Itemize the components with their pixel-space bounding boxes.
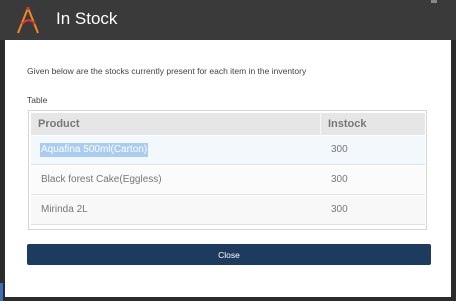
window-title: In Stock	[56, 9, 118, 28]
column-divider[interactable]	[320, 113, 321, 135]
column-header-instock[interactable]: Instock	[328, 118, 367, 130]
cell-product: Mirinda 2L	[41, 204, 88, 215]
table-row[interactable]: Black forest Cake(Eggless) 300	[31, 166, 425, 195]
table-label: Table	[27, 95, 48, 105]
column-header-product[interactable]: Product	[38, 118, 80, 130]
window-titlebar: In Stock	[0, 0, 456, 40]
cell-instock: 300	[331, 144, 348, 155]
in-stock-dialog: Given below are the stocks currently pre…	[5, 40, 451, 297]
titlebar-edge	[431, 0, 437, 3]
dialog-description: Given below are the stocks currently pre…	[27, 66, 307, 76]
table-header: Product Instock	[31, 113, 425, 135]
cell-instock: 300	[331, 174, 348, 185]
background-window-edge	[0, 283, 3, 301]
close-button[interactable]: Close	[27, 244, 431, 265]
cell-product: Black forest Cake(Eggless)	[41, 174, 162, 185]
app-logo-icon	[17, 6, 39, 34]
table-row[interactable]: Mirinda 2L 300	[31, 196, 425, 225]
table-row[interactable]: Aquafina 500ml(Carton) 300	[31, 136, 425, 165]
cell-instock: 300	[331, 204, 348, 215]
cell-product: Aquafina 500ml(Carton)	[40, 143, 149, 157]
stock-table: Product Instock Aquafina 500ml(Carton) 3…	[28, 110, 427, 230]
